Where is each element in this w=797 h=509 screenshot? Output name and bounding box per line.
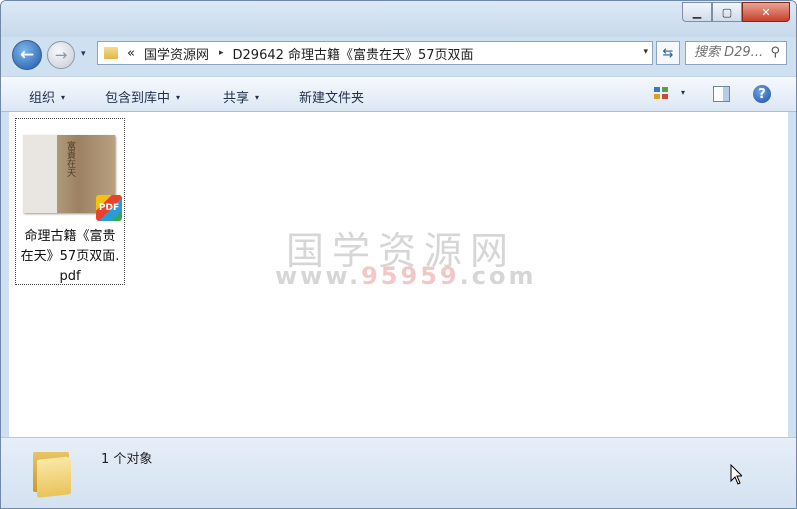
breadcrumb-item-current[interactable]: D29642 命理古籍《富贵在天》57页双面: [233, 44, 474, 63]
watermark-url-prefix: www.: [275, 262, 362, 290]
organize-label: 组织: [29, 91, 56, 106]
share-button[interactable]: 共享 ▾: [223, 87, 259, 106]
watermark-url: www.95959.com: [275, 262, 535, 290]
item-count-text: 1 个对象: [101, 452, 153, 467]
title-bar[interactable]: ▁ ▢ ✕: [1, 1, 796, 37]
file-name-line-2: 在天》57页双面.: [20, 249, 120, 264]
address-dropdown-icon[interactable]: ▾: [643, 47, 648, 57]
address-overflow-chevron[interactable]: «: [127, 46, 135, 61]
chevron-down-icon: ▾: [255, 93, 260, 102]
mouse-cursor-icon: [730, 464, 742, 485]
minimize-button[interactable]: ▁: [682, 2, 712, 22]
view-options-dropdown[interactable]: ▾: [681, 88, 685, 97]
change-view-icon[interactable]: [654, 87, 670, 101]
include-library-label: 包含到库中: [105, 91, 171, 106]
refresh-button[interactable]: ⇆: [656, 41, 680, 65]
preview-pane-icon[interactable]: [713, 86, 730, 102]
address-bar[interactable]: « 国学资源网 ▸ D29642 命理古籍《富贵在天》57页双面 ▾: [97, 41, 653, 65]
recent-pages-dropdown[interactable]: ▾: [81, 49, 93, 61]
chevron-down-icon: ▾: [61, 93, 66, 102]
close-button[interactable]: ✕: [742, 2, 790, 22]
navigation-bar: ← → ▾ « 国学资源网 ▸ D29642 命理古籍《富贵在天》57页双面 ▾…: [1, 37, 796, 73]
file-name-line-1: 命理古籍《富贵: [24, 229, 116, 244]
include-in-library-button[interactable]: 包含到库中 ▾: [105, 87, 180, 106]
search-icon[interactable]: ⚲: [770, 42, 780, 64]
file-name-line-3: pdf: [59, 269, 81, 284]
watermark-url-suffix: .com: [459, 262, 537, 290]
share-label: 共享: [223, 91, 250, 106]
folder-icon: [29, 446, 75, 498]
back-button[interactable]: ←: [12, 40, 42, 70]
maximize-button[interactable]: ▢: [712, 2, 742, 22]
window-controls: ▁ ▢ ✕: [682, 2, 790, 22]
breadcrumb-separator-icon[interactable]: ▸: [219, 48, 224, 58]
watermark-url-number: 95959: [361, 262, 460, 290]
chevron-down-icon: ▾: [176, 93, 181, 102]
help-icon[interactable]: ?: [753, 85, 771, 103]
file-item-pdf[interactable]: 富貴在天 PDF 命理古籍《富贵 在天》57页双面. pdf: [15, 118, 125, 285]
breadcrumb-item-root[interactable]: 国学资源网: [144, 44, 209, 63]
organize-button[interactable]: 组织 ▾: [29, 87, 65, 106]
new-folder-button[interactable]: 新建文件夹: [299, 87, 364, 106]
file-name-label: 命理古籍《富贵 在天》57页双面. pdf: [16, 227, 124, 287]
forward-button[interactable]: →: [47, 41, 75, 69]
search-placeholder: 搜索 D29...: [694, 45, 764, 60]
command-bar: 组织 ▾ 包含到库中 ▾ 共享 ▾ 新建文件夹 ▾ ?: [1, 76, 796, 112]
details-pane: 1 个对象: [1, 437, 796, 508]
search-input[interactable]: 搜索 D29... ⚲: [685, 41, 787, 65]
folder-icon: [104, 47, 118, 59]
thumbnail-text: 富貴在天: [65, 141, 75, 177]
explorer-window: ▁ ▢ ✕ ← → ▾ « 国学资源网 ▸ D29642 命理古籍《富贵在天》5…: [0, 0, 797, 509]
file-list-pane[interactable]: 富貴在天 PDF 命理古籍《富贵 在天》57页双面. pdf 国学资源网 www…: [9, 112, 788, 437]
pdf-file-icon: PDF: [96, 195, 122, 221]
